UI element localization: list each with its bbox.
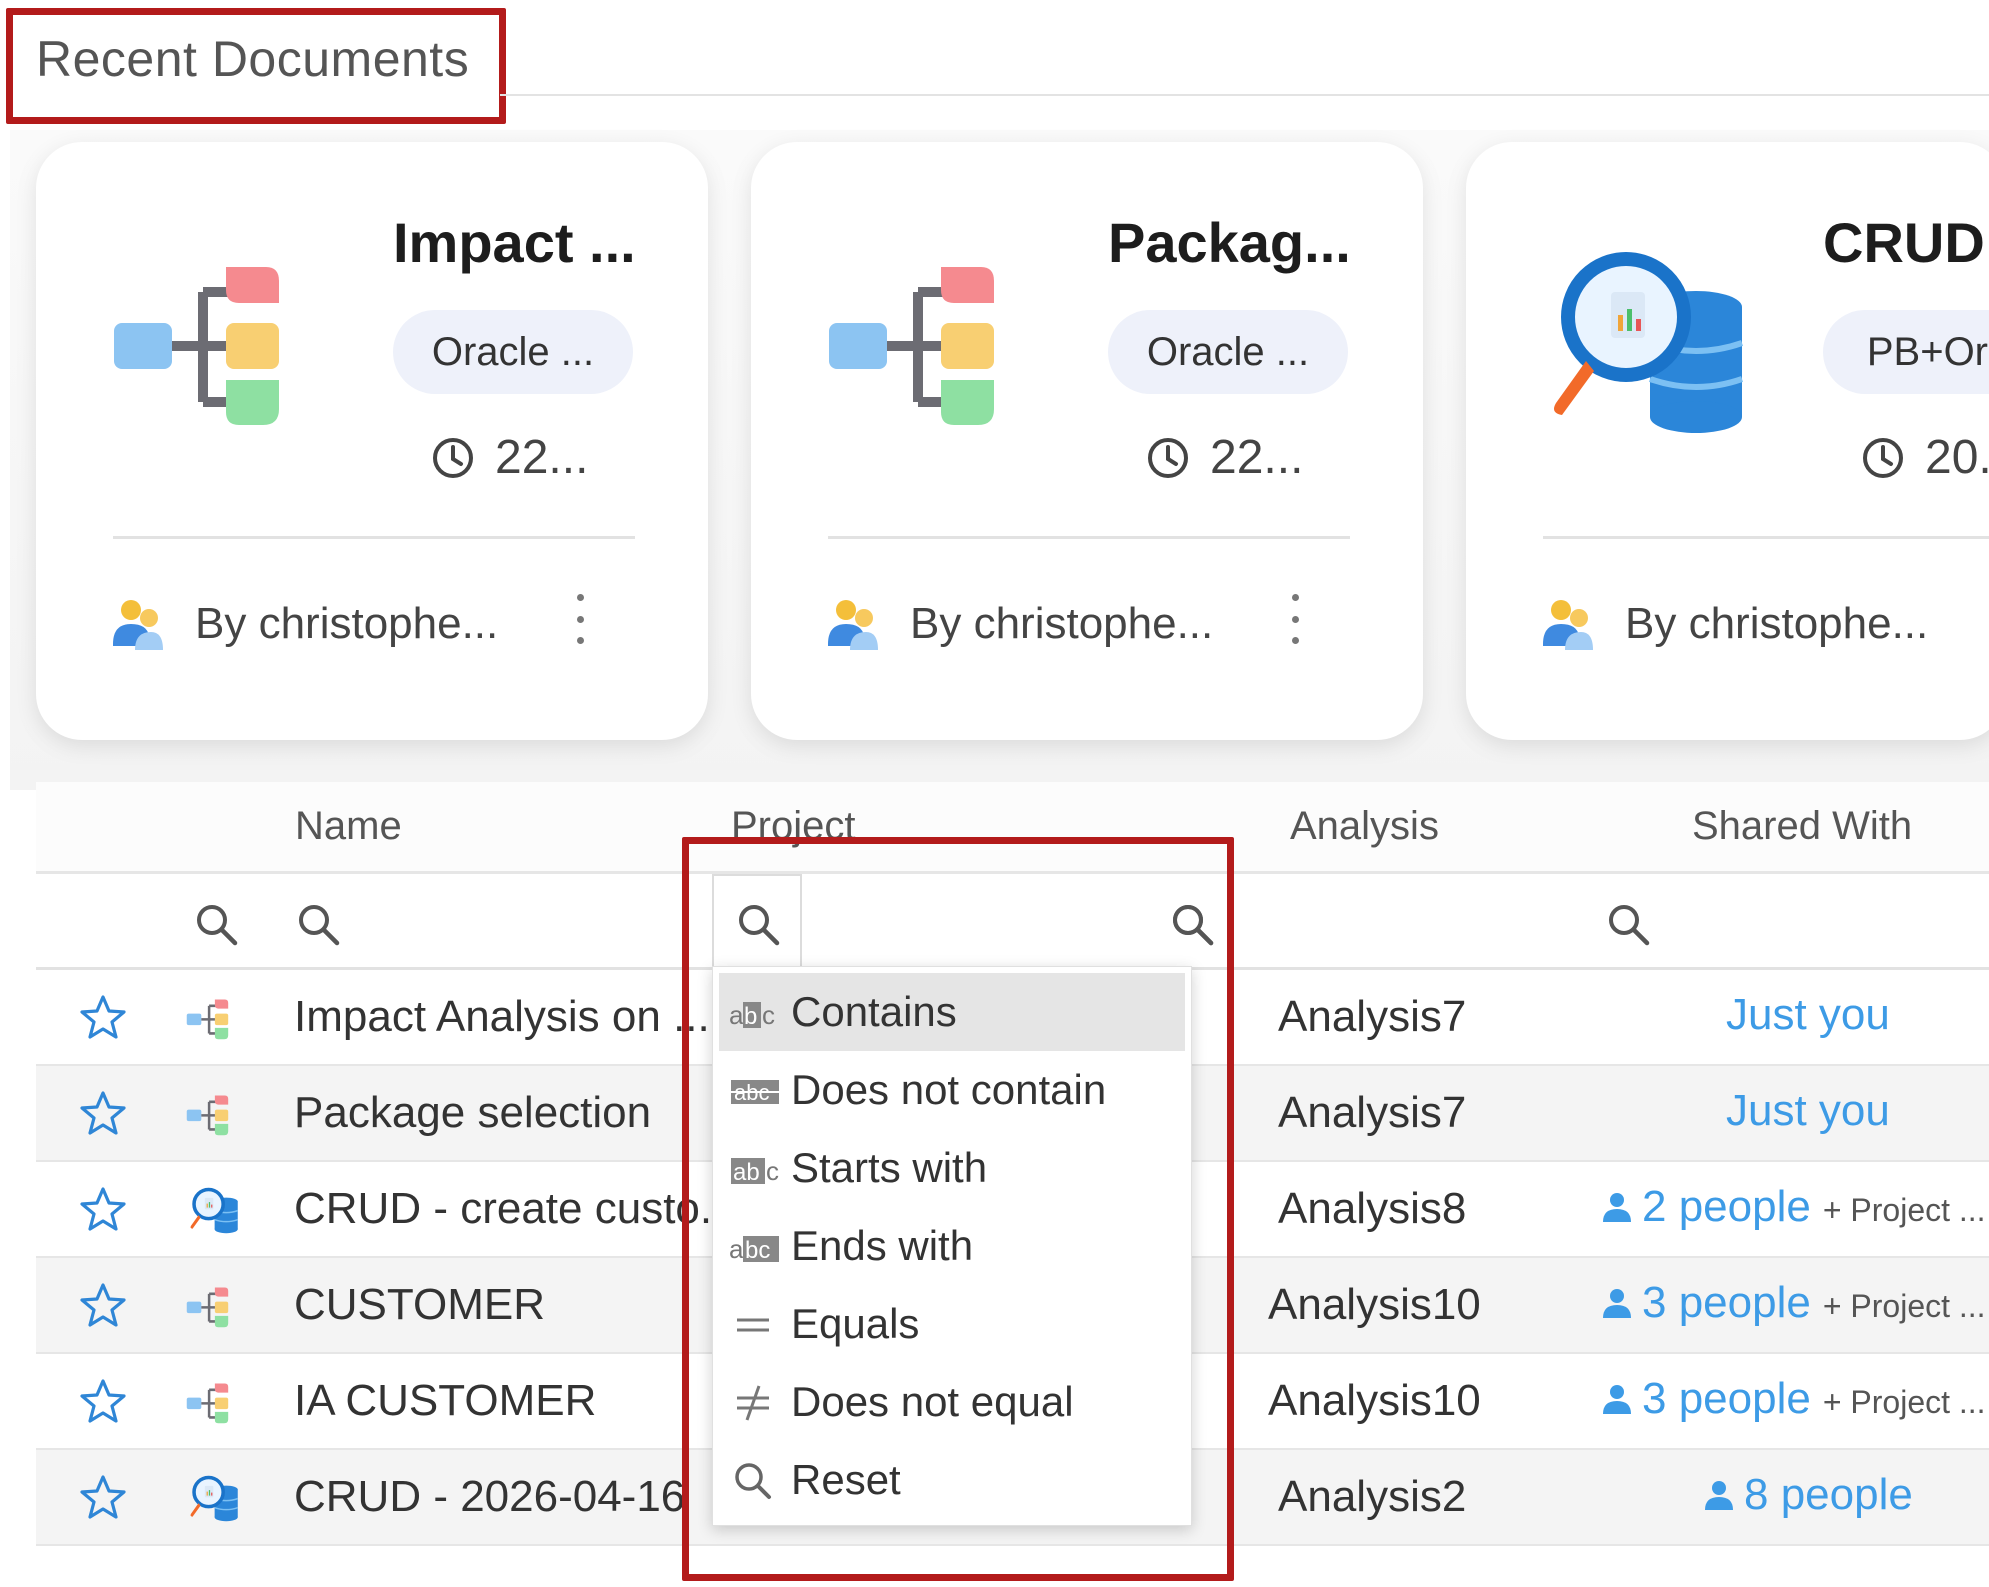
more-options-icon[interactable] bbox=[1285, 594, 1305, 644]
star-icon[interactable] bbox=[80, 1282, 126, 1328]
row-shared-with[interactable]: 3 people + Project ... bbox=[1602, 1374, 1986, 1424]
row-analysis: Analysis8 bbox=[1278, 1184, 1467, 1233]
star-icon[interactable] bbox=[80, 994, 126, 1040]
card-date-value: 22... bbox=[495, 431, 589, 484]
column-header-analysis[interactable]: Analysis bbox=[1290, 804, 1439, 849]
card-title: CRUD bbox=[1823, 211, 1985, 274]
title-highlight-box bbox=[6, 8, 506, 124]
tree-diagram-icon bbox=[186, 992, 240, 1046]
tree-diagram-icon bbox=[186, 1280, 240, 1334]
card-owner: By christophe... bbox=[1539, 596, 1928, 652]
row-name[interactable]: CUSTOMER bbox=[294, 1280, 545, 1330]
person-icon bbox=[1602, 1287, 1632, 1319]
row-analysis: Analysis10 bbox=[1268, 1376, 1481, 1425]
tree-diagram-icon bbox=[826, 237, 1041, 452]
card-divider bbox=[828, 536, 1350, 539]
column-header-name[interactable]: Name bbox=[295, 804, 402, 849]
person-icon bbox=[1602, 1191, 1632, 1223]
card-date: 20... bbox=[1861, 430, 1989, 485]
row-shared-with[interactable]: 2 people + Project ... bbox=[1602, 1182, 1986, 1232]
clock-icon bbox=[1861, 436, 1905, 480]
search-icon[interactable] bbox=[296, 902, 340, 946]
row-name[interactable]: Impact Analysis on ... bbox=[294, 992, 710, 1042]
card-owner: By christophe... bbox=[824, 596, 1213, 652]
card-title: Packag... bbox=[1108, 211, 1351, 274]
column-header-shared-with[interactable]: Shared With bbox=[1692, 804, 1912, 849]
shared-with-label: Just you bbox=[1726, 990, 1890, 1039]
person-icon bbox=[1704, 1479, 1734, 1511]
shared-with-label: 8 people bbox=[1744, 1470, 1913, 1519]
shared-with-extra: + Project ... bbox=[1822, 1384, 1986, 1420]
recent-document-card[interactable]: CRUD PB+Or... 20... By christophe... bbox=[1466, 142, 1989, 740]
recent-document-card[interactable]: Packag... Oracle ... 22... By christophe… bbox=[751, 142, 1423, 740]
tree-diagram-icon bbox=[186, 1376, 240, 1430]
project-tag: Oracle ... bbox=[1108, 310, 1348, 394]
shared-with-label: 3 people bbox=[1642, 1278, 1811, 1327]
search-icon[interactable] bbox=[194, 902, 238, 946]
row-analysis: Analysis7 bbox=[1278, 1088, 1467, 1137]
tree-diagram-icon bbox=[186, 1088, 240, 1142]
project-tag: PB+Or... bbox=[1823, 310, 1989, 394]
card-owner: By christophe... bbox=[109, 596, 498, 652]
row-name[interactable]: Package selection bbox=[294, 1088, 651, 1138]
recent-document-card[interactable]: Impact ... Oracle ... 22... By christoph… bbox=[36, 142, 708, 740]
row-shared-with[interactable]: Just you bbox=[1726, 1086, 1890, 1136]
card-date: 22... bbox=[1146, 430, 1303, 485]
dropdown-highlight-box bbox=[682, 837, 1234, 1581]
shared-with-extra: + Project ... bbox=[1822, 1192, 1986, 1228]
star-icon[interactable] bbox=[80, 1378, 126, 1424]
tree-diagram-icon bbox=[111, 237, 326, 452]
row-analysis: Analysis7 bbox=[1278, 992, 1467, 1041]
more-options-icon[interactable] bbox=[570, 594, 590, 644]
row-shared-with[interactable]: 3 people + Project ... bbox=[1602, 1278, 1986, 1328]
header-divider bbox=[500, 94, 1989, 96]
shared-with-label: Just you bbox=[1726, 1086, 1890, 1135]
row-name[interactable]: IA CUSTOMER bbox=[294, 1376, 596, 1426]
card-date-value: 22... bbox=[1210, 431, 1304, 484]
card-date: 22... bbox=[431, 430, 588, 485]
search-icon[interactable] bbox=[1606, 902, 1650, 946]
user-group-icon bbox=[109, 596, 165, 652]
card-owner-label: By christophe... bbox=[1625, 599, 1929, 648]
shared-with-extra: + Project ... bbox=[1822, 1288, 1986, 1324]
card-divider bbox=[113, 536, 635, 539]
card-date-value: 20... bbox=[1925, 431, 1989, 484]
row-analysis: Analysis10 bbox=[1268, 1280, 1481, 1329]
row-shared-with[interactable]: 8 people bbox=[1704, 1470, 1913, 1520]
clock-icon bbox=[431, 436, 475, 480]
row-analysis: Analysis2 bbox=[1278, 1472, 1467, 1521]
user-group-icon bbox=[824, 596, 880, 652]
database-search-icon bbox=[186, 1472, 240, 1526]
shared-with-label: 2 people bbox=[1642, 1182, 1811, 1231]
card-owner-label: By christophe... bbox=[910, 599, 1214, 648]
shared-with-label: 3 people bbox=[1642, 1374, 1811, 1423]
row-shared-with[interactable]: Just you bbox=[1726, 990, 1890, 1040]
project-tag: Oracle ... bbox=[393, 310, 633, 394]
person-icon bbox=[1602, 1383, 1632, 1415]
card-title: Impact ... bbox=[393, 211, 636, 274]
row-name[interactable]: CRUD - create custo... bbox=[294, 1184, 737, 1234]
row-name[interactable]: CRUD - 2026-04-16 bbox=[294, 1472, 685, 1522]
card-divider bbox=[1543, 536, 1989, 539]
card-owner-label: By christophe... bbox=[195, 599, 499, 648]
star-icon[interactable] bbox=[80, 1090, 126, 1136]
database-search-icon bbox=[1536, 237, 1751, 452]
clock-icon bbox=[1146, 436, 1190, 480]
database-search-icon bbox=[186, 1184, 240, 1238]
star-icon[interactable] bbox=[80, 1186, 126, 1232]
star-icon[interactable] bbox=[80, 1474, 126, 1520]
user-group-icon bbox=[1539, 596, 1595, 652]
